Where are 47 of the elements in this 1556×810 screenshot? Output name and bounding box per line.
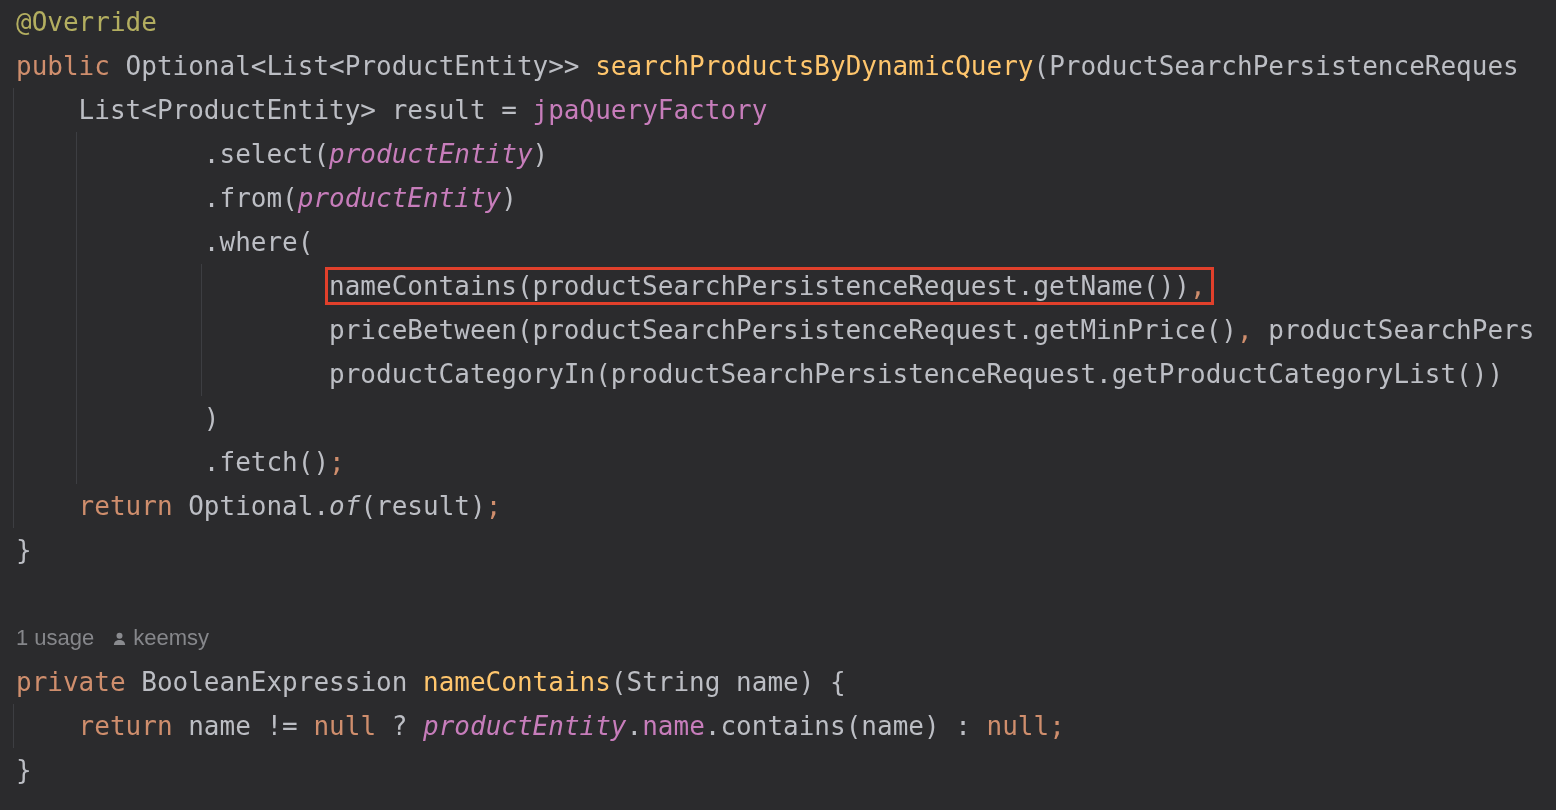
code-text: } — [16, 535, 32, 565]
code-text: Optional. — [187, 491, 330, 521]
static-field: productEntity — [423, 711, 627, 741]
code-text: .fetch() — [203, 447, 330, 477]
keyword: private — [16, 667, 126, 697]
annotation: @Override — [16, 7, 157, 37]
keyword: public — [16, 51, 110, 81]
punctuation: ; — [485, 491, 502, 521]
keyword: null — [986, 711, 1050, 741]
code-text: BooleanExpression — [140, 667, 409, 697]
code-text: .from( — [203, 183, 298, 213]
static-field: productEntity — [329, 139, 533, 169]
punctuation: ; — [329, 447, 345, 477]
code-text: priceBetween(productSearchPersistenceRequest.getMinPrice() — [329, 315, 1237, 345]
punctuation: ; — [1049, 711, 1065, 741]
code-text: name != — [187, 711, 299, 741]
punctuation: , — [1190, 271, 1206, 301]
code-text: ? — [390, 711, 409, 741]
keyword: null — [313, 711, 377, 741]
code-text: (String name) { — [610, 667, 846, 697]
code-text: (ProductSearchPersistenceReques — [1033, 51, 1519, 81]
static-field: productEntity — [297, 183, 502, 213]
keyword: return — [78, 711, 173, 741]
method-name: nameContains — [423, 667, 611, 697]
method-name: searchProductsByDynamicQuery — [595, 51, 1034, 81]
code-text: .contains(name) : — [704, 711, 972, 741]
code-text: productCategoryIn(productSearchPersistenceRequest.getProductCategoryList()) — [329, 359, 1504, 389]
code-text: (result) — [360, 491, 486, 521]
code-text: ) — [501, 183, 517, 213]
author-name: keemsy — [133, 624, 210, 652]
code-text: ) — [203, 403, 220, 433]
code-text: . — [626, 711, 643, 741]
punctuation: , — [1236, 315, 1253, 345]
code-text: ) — [532, 139, 549, 169]
code-text: productSearchPers — [1267, 315, 1535, 345]
code-text: } — [16, 755, 32, 785]
field-name: name — [642, 711, 705, 741]
code-text: .select( — [203, 139, 330, 169]
code-text: .where( — [203, 227, 314, 257]
static-method: of — [329, 491, 361, 521]
code-text: List<ProductEntity> result = — [78, 95, 518, 125]
code-text: Optional<List<ProductEntity>> — [124, 51, 581, 81]
person-icon — [112, 630, 128, 646]
keyword: return — [78, 491, 173, 521]
usage-count[interactable]: 1 usage — [16, 616, 95, 660]
code-text: nameContains(productSearchPersistenceRequest.getName()) — [329, 271, 1190, 301]
field-name: jpaQueryFactory — [532, 95, 768, 125]
